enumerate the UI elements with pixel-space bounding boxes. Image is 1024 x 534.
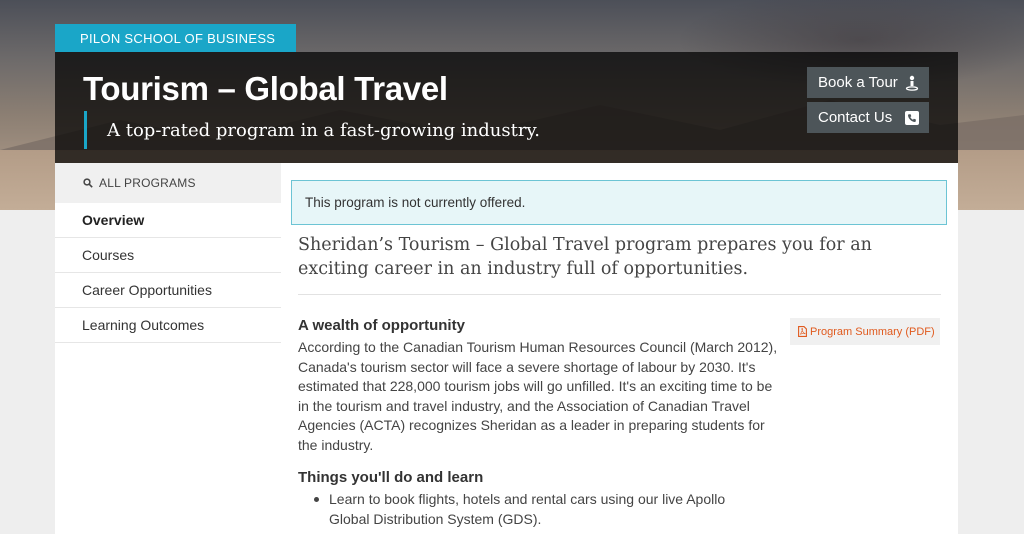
all-programs-link[interactable]: ALL PROGRAMS <box>55 163 281 203</box>
not-offered-notice: This program is not currently offered. <box>291 180 947 225</box>
page-title: Tourism – Global Travel <box>83 70 448 107</box>
sidebar-item-overview[interactable]: Overview <box>55 203 281 238</box>
section-heading-learn: Things you'll do and learn <box>298 469 484 486</box>
page-subtitle: A top-rated program in a fast-growing in… <box>84 111 540 149</box>
program-summary-pdf-link[interactable]: Program Summary (PDF) <box>790 318 940 345</box>
sidebar-item-learning-outcomes[interactable]: Learning Outcomes <box>55 308 281 343</box>
list-item: Learn to book flights, hotels and rental… <box>314 489 769 529</box>
sidebar-item-courses[interactable]: Courses <box>55 238 281 273</box>
program-lead: Sheridan’s Tourism – Global Travel progr… <box>298 235 872 279</box>
program-sidebar: ALL PROGRAMS Overview Courses Career Opp… <box>55 163 281 534</box>
contact-us-button[interactable]: Contact Us <box>807 102 929 133</box>
learn-list: Learn to book flights, hotels and rental… <box>314 489 769 529</box>
pdf-file-icon <box>798 326 807 337</box>
book-a-tour-button[interactable]: Book a Tour <box>807 67 929 98</box>
section-body-opportunity: According to the Canadian Tourism Human … <box>298 339 778 453</box>
map-pin-person-icon <box>903 74 921 92</box>
hero-banner: Tourism – Global Travel A top-rated prog… <box>55 52 958 163</box>
book-a-tour-label: Book a Tour <box>818 74 898 91</box>
section-heading-opportunity: A wealth of opportunity <box>298 317 465 334</box>
divider <box>298 294 941 295</box>
phone-icon <box>903 109 921 127</box>
sidebar-item-career-opportunities[interactable]: Career Opportunities <box>55 273 281 308</box>
contact-us-label: Contact Us <box>818 109 893 126</box>
program-summary-pdf-label: Program Summary (PDF) <box>810 325 935 338</box>
search-icon <box>83 178 93 188</box>
school-tag[interactable]: PILON SCHOOL OF BUSINESS <box>55 24 296 52</box>
all-programs-label: ALL PROGRAMS <box>99 176 196 190</box>
program-content: This program is not currently offered. S… <box>281 163 958 534</box>
